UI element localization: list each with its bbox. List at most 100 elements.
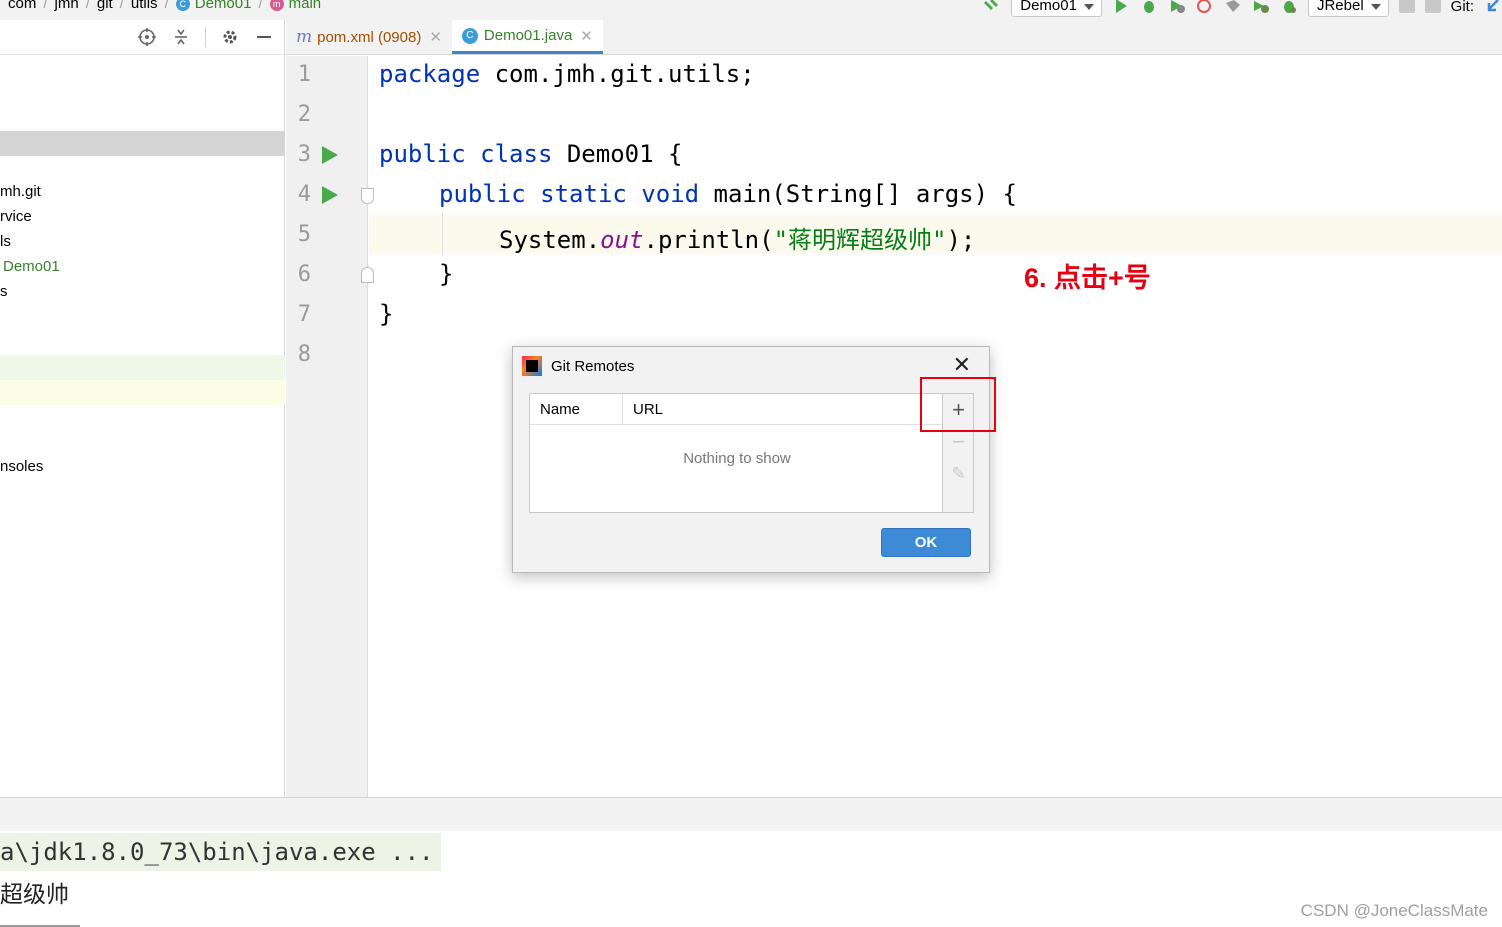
tree-item-jmh-git[interactable]: mh.git xyxy=(0,183,41,200)
console-command-line: a\jdk1.8.0_73\bin\java.exe ... xyxy=(0,833,442,871)
coverage-icon[interactable] xyxy=(1168,0,1186,15)
java-class-icon: C xyxy=(461,27,478,44)
console-output-line: 超级帅 xyxy=(0,881,69,907)
profiler-icon[interactable] xyxy=(1196,0,1214,15)
code-text: com.jmh.git.utils; xyxy=(480,60,755,88)
code-text: ); xyxy=(946,226,976,254)
toolbar-divider xyxy=(205,27,206,47)
jrebel-debug-icon[interactable] xyxy=(1252,0,1270,15)
fold-icon[interactable] xyxy=(361,188,374,204)
highlight-box xyxy=(920,377,996,432)
code-line-5: System.out.println("蒋明辉超级帅"); xyxy=(499,220,975,255)
line-number: 7 xyxy=(297,302,311,327)
breadcrumb-item-demo01[interactable]: Demo01 xyxy=(195,0,252,12)
collapse-all-icon[interactable] xyxy=(171,27,191,47)
run-console[interactable]: a\jdk1.8.0_73\bin\java.exe ... 超级帅 CSDN … xyxy=(0,831,1502,927)
ok-button[interactable]: OK xyxy=(881,528,971,557)
breadcrumb-item-com[interactable]: com xyxy=(8,0,36,12)
fold-icon[interactable] xyxy=(361,267,374,283)
maven-file-icon: m xyxy=(296,27,313,47)
minimize-icon[interactable] xyxy=(254,27,274,47)
attach-debugger-icon[interactable] xyxy=(1398,0,1415,13)
tab-pom-xml[interactable]: m pom.xml (0908) ✕ xyxy=(286,20,452,54)
code-keyword: public static void xyxy=(439,180,700,208)
tree-item-utils[interactable]: ls xyxy=(0,233,11,250)
breadcrumb-item-main[interactable]: main xyxy=(289,0,322,12)
code-line-1: package com.jmh.git.utils; xyxy=(379,60,755,88)
line-number: 2 xyxy=(297,102,311,127)
breadcrumb-item-jmh[interactable]: jmh xyxy=(55,0,79,12)
code-field: out xyxy=(600,226,644,254)
build-hammer-icon[interactable] xyxy=(983,0,1001,15)
empty-state-text: Nothing to show xyxy=(683,450,791,467)
breadcrumb-separator: / xyxy=(164,0,169,12)
dialog-titlebar: Git Remotes ✕ xyxy=(513,347,989,385)
tree-highlight-row[interactable] xyxy=(0,355,285,380)
tab-label: pom.xml (0908) xyxy=(317,28,422,46)
tree-item-scratches-consoles[interactable]: nsoles xyxy=(0,458,43,475)
code-line-7: } xyxy=(379,300,394,328)
jrebel-run-icon[interactable] xyxy=(1224,0,1242,15)
table-header: Name URL xyxy=(530,393,942,425)
line-number: 3 xyxy=(297,142,311,167)
code-text: main(String[] args) { xyxy=(699,180,1017,208)
editor-tabs: m pom.xml (0908) ✕ C Demo01.java ✕ xyxy=(286,20,1502,55)
project-panel: mh.git rvice ls Demo01 s nsoles xyxy=(0,20,285,797)
gear-icon[interactable] xyxy=(220,27,240,47)
code-text: System. xyxy=(499,226,601,254)
code-line-3: public class Demo01 { xyxy=(379,140,682,168)
indent-guide xyxy=(442,212,443,256)
line-number: 1 xyxy=(297,62,311,87)
breadcrumb-item-utils[interactable]: utils xyxy=(131,0,158,12)
stop-icon[interactable] xyxy=(1424,0,1441,13)
intellij-app-icon xyxy=(522,356,542,376)
tree-item-resources[interactable]: s xyxy=(0,283,8,300)
edit-remote-button[interactable]: ✎ xyxy=(943,458,974,490)
breadcrumb-separator: / xyxy=(119,0,124,12)
line-number: 4 xyxy=(297,182,311,207)
code-keyword: package xyxy=(379,60,481,88)
jrebel-select[interactable]: JRebel xyxy=(1307,0,1389,17)
line-number: 8 xyxy=(297,342,311,367)
tree-highlight-row[interactable] xyxy=(0,380,285,405)
jrebel-label: JRebel xyxy=(1316,0,1364,14)
run-icon[interactable] xyxy=(1112,0,1130,15)
run-tool-window-header xyxy=(0,797,1502,831)
column-header-url[interactable]: URL xyxy=(623,394,663,425)
run-config-select[interactable]: Demo01 xyxy=(1011,0,1102,17)
tree-item-demo01[interactable]: Demo01 xyxy=(3,258,60,275)
class-icon: C xyxy=(175,0,190,11)
main-toolbar: Demo01 JRebel Git: xyxy=(983,0,1502,18)
locate-icon[interactable] xyxy=(137,27,157,47)
close-icon[interactable]: ✕ xyxy=(429,28,442,46)
remotes-table[interactable]: Name URL Nothing to show xyxy=(529,393,943,513)
line-number: 6 xyxy=(297,262,311,287)
breadcrumb-item-git[interactable]: git xyxy=(97,0,113,12)
breadcrumb: com / jmh / git / utils / C Demo01 / m m… xyxy=(8,0,321,12)
run-gutter-icon[interactable] xyxy=(322,186,338,204)
breadcrumb-separator: / xyxy=(85,0,90,12)
run-gutter-icon[interactable] xyxy=(322,146,338,164)
tree-item-service[interactable]: rvice xyxy=(0,208,32,225)
code-text: .println( xyxy=(643,226,774,254)
git-label: Git: xyxy=(1450,0,1474,15)
debug-bug-icon[interactable] xyxy=(1140,0,1158,15)
jrebel-bug-icon[interactable] xyxy=(1280,0,1298,15)
code-string: "蒋明辉超级帅" xyxy=(773,226,947,254)
dialog-title: Git Remotes xyxy=(551,357,635,375)
tab-label: Demo01.java xyxy=(483,27,573,44)
breadcrumb-separator: / xyxy=(258,0,263,12)
code-text: Demo01 { xyxy=(552,140,683,168)
navigation-bar: com / jmh / git / utils / C Demo01 / m m… xyxy=(0,0,1502,20)
code-keyword: public class xyxy=(379,140,553,168)
close-icon[interactable]: ✕ xyxy=(953,354,971,376)
watermark: CSDN @JoneClassMate xyxy=(1300,901,1488,920)
close-icon[interactable]: ✕ xyxy=(580,27,593,45)
git-update-icon[interactable] xyxy=(1484,0,1502,15)
git-remotes-dialog: Git Remotes ✕ Name URL Nothing to show +… xyxy=(512,346,990,573)
tree-selected-row[interactable] xyxy=(0,131,285,156)
tab-demo01-java[interactable]: C Demo01.java ✕ xyxy=(451,20,603,54)
column-header-name[interactable]: Name xyxy=(530,393,623,425)
run-config-label: Demo01 xyxy=(1020,0,1077,14)
editor-gutter: 1 2 3 4 5 6 7 8 xyxy=(286,56,374,797)
